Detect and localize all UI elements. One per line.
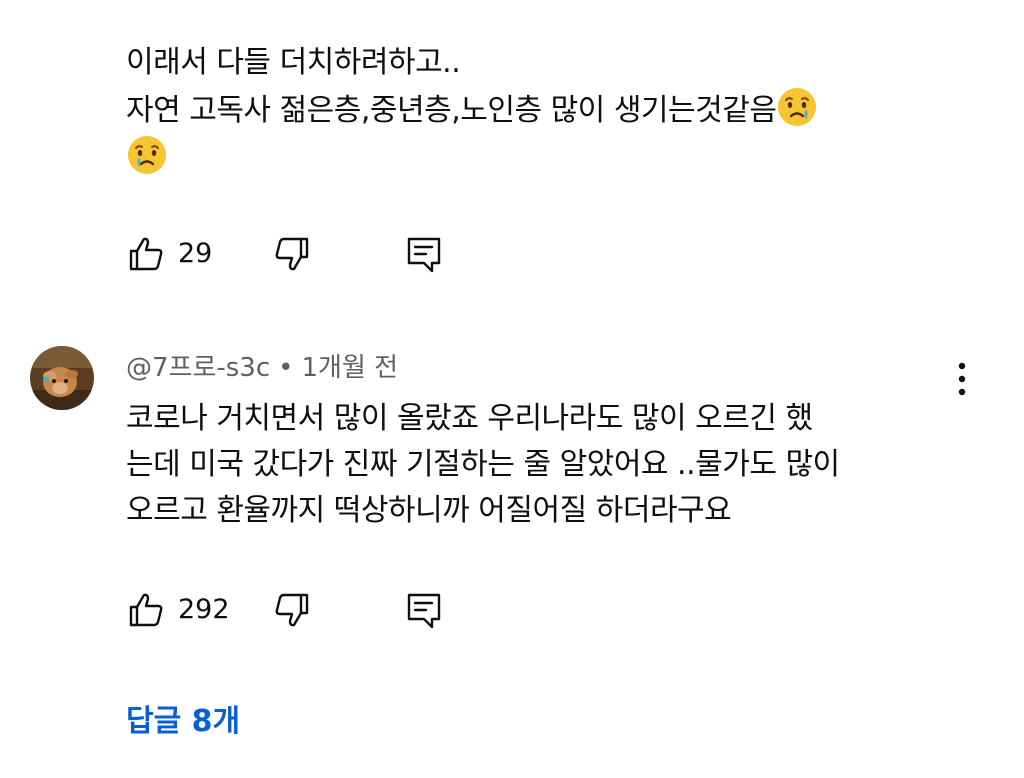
crying-face-emoji xyxy=(128,136,166,174)
like-count: 292 xyxy=(178,594,230,625)
comment-1-line-1: 이래서 다들 더치하려하고.. xyxy=(126,45,461,80)
reply-icon[interactable] xyxy=(404,590,444,630)
comment-timestamp[interactable]: 1개월 전 xyxy=(302,353,399,383)
like-count: 29 xyxy=(178,238,213,269)
comment-2-meta: @7프로-s3c • 1개월 전 xyxy=(126,350,398,386)
reply-icon[interactable] xyxy=(404,234,444,274)
thumbs-down-icon[interactable] xyxy=(272,234,312,274)
comment-1-line-2: 자연 고독사 젊은층,중년층,노인층 많이 생기는것같음 xyxy=(126,93,777,128)
more-vert-icon[interactable] xyxy=(948,358,976,400)
calf-avatar-image xyxy=(30,346,94,410)
meta-separator: • xyxy=(278,353,294,383)
crying-face-emoji xyxy=(778,88,817,126)
comment-1-actions: 29 xyxy=(126,234,486,274)
thumbs-up-icon[interactable] xyxy=(126,234,166,274)
author-handle[interactable]: @7프로-s3c xyxy=(126,353,270,383)
thumbs-up-icon[interactable] xyxy=(126,590,166,630)
thumbs-down-icon[interactable] xyxy=(272,590,312,630)
avatar[interactable] xyxy=(30,346,94,410)
comment-2-actions: 292 xyxy=(126,590,486,630)
view-replies-button[interactable]: 답글 8개 xyxy=(126,700,240,744)
comment-2-body: 코로나 거치면서 많이 올랐죠 우리나라도 많이 오르긴 했 는데 미국 갔다가… xyxy=(126,401,840,528)
comment-1-body: 이래서 다들 더치하려하고.. 자연 고독사 젊은층,중년층,노인층 많이 생기… xyxy=(126,40,946,182)
